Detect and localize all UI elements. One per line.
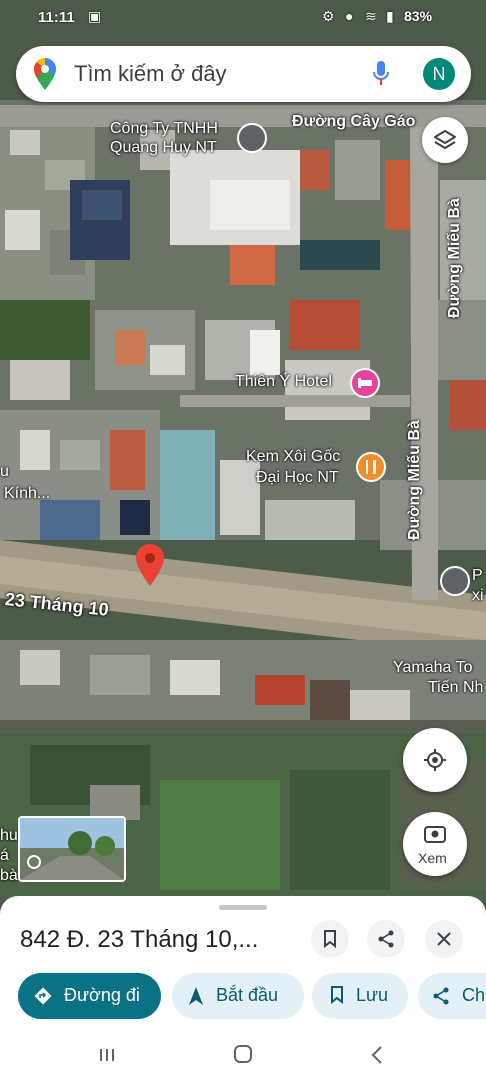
bookmark-icon	[331, 986, 343, 1004]
notification-icon: ▣	[88, 8, 102, 24]
place-address: 842 Đ. 23 Tháng 10,...	[20, 926, 259, 953]
edge-fragment[interactable]: Kính...	[4, 484, 50, 503]
street-label-cay-gao[interactable]: Đường Cây Gáo	[292, 112, 415, 131]
share-label: Ch	[462, 985, 486, 1005]
save-label: Lưu	[356, 985, 389, 1005]
street-view-icon	[424, 826, 446, 843]
share-button[interactable]	[367, 920, 405, 958]
poi-label-edge-line2[interactable]: xi	[472, 586, 484, 605]
location-icon: ●	[345, 8, 354, 24]
directions-button[interactable]: Đường đi	[18, 973, 161, 1019]
street-label-mieu-ba-lower[interactable]: Đường Miếu Bà	[405, 420, 424, 540]
poi-label-kem-line1[interactable]: Kem Xôi Gốc	[246, 447, 340, 466]
food-icon[interactable]	[356, 452, 386, 482]
directions-icon	[34, 987, 52, 1005]
directions-label: Đường đi	[64, 985, 140, 1005]
street-view-button[interactable]: Xem	[403, 812, 467, 876]
street-view-thumbnail[interactable]	[18, 816, 126, 882]
status-bar: 11:11 ▣ ⚙ ● ≋ ▮ 83%	[0, 0, 486, 36]
close-button[interactable]	[425, 920, 463, 958]
street-label-mieu-ba-upper[interactable]: Đường Miếu Bà	[445, 198, 464, 318]
start-button[interactable]: Bắt đầu	[172, 973, 304, 1019]
layers-icon	[434, 130, 456, 149]
battery-level: 83%	[404, 8, 433, 24]
poi-label-edge-line1[interactable]: P	[472, 566, 483, 585]
location-pin-icon[interactable]	[237, 123, 267, 153]
share-icon	[378, 930, 394, 948]
layers-button[interactable]	[422, 117, 468, 163]
location-pin-icon[interactable]	[440, 566, 470, 596]
signal-icon: ▮	[386, 8, 394, 24]
share-chip[interactable]: Ch	[418, 973, 486, 1019]
my-location-button[interactable]	[403, 728, 467, 792]
save-button[interactable]	[311, 920, 349, 958]
search-placeholder[interactable]: Tìm kiếm ở đây	[74, 61, 227, 87]
wifi-icon: ≋	[365, 8, 377, 24]
poi-label-yamaha-line2[interactable]: Tiến Nh	[428, 678, 483, 697]
hotel-bed-icon[interactable]	[350, 368, 380, 398]
crosshair-icon	[424, 749, 446, 771]
poi-label-kem-line2[interactable]: Đại Học NT	[256, 468, 339, 487]
clock: 11:11	[38, 9, 75, 26]
settings-gear-icon: ⚙	[322, 8, 335, 24]
close-icon	[437, 932, 451, 946]
search-bar[interactable]: Tìm kiếm ở đây N	[16, 46, 471, 102]
edge-fragment[interactable]: u	[0, 462, 9, 481]
home-icon[interactable]	[233, 1044, 253, 1064]
poi-label-yamaha-line1[interactable]: Yamaha To	[393, 658, 472, 677]
save-chip[interactable]: Lưu	[312, 973, 408, 1019]
street-view-label: Xem	[418, 850, 447, 866]
edge-fragment[interactable]: bà	[0, 866, 18, 885]
start-label: Bắt đầu	[216, 985, 279, 1005]
dropped-pin-icon[interactable]	[136, 544, 164, 586]
poi-label-cong-ty-line2[interactable]: Quang Huy NT	[110, 138, 217, 157]
system-navigation-bar	[0, 1030, 486, 1080]
microphone-icon[interactable]	[373, 61, 389, 87]
share-icon	[433, 987, 449, 1005]
edge-fragment[interactable]: á	[0, 846, 9, 865]
poi-label-hotel[interactable]: Thiên Ý Hotel	[235, 372, 332, 391]
drag-handle[interactable]	[219, 905, 267, 910]
google-maps-pin-icon	[34, 58, 56, 90]
account-avatar[interactable]: N	[423, 58, 455, 90]
navigation-arrow-icon	[189, 987, 203, 1005]
poi-label-cong-ty-line1[interactable]: Công Ty TNHH	[110, 119, 218, 138]
edge-fragment[interactable]: hu	[0, 826, 18, 845]
back-icon[interactable]	[370, 1045, 384, 1065]
recent-apps-icon[interactable]	[98, 1046, 116, 1064]
bookmark-icon	[324, 930, 336, 948]
place-bottom-sheet[interactable]: 842 Đ. 23 Tháng 10,... Đường đi Bắt đầu	[0, 896, 486, 1030]
